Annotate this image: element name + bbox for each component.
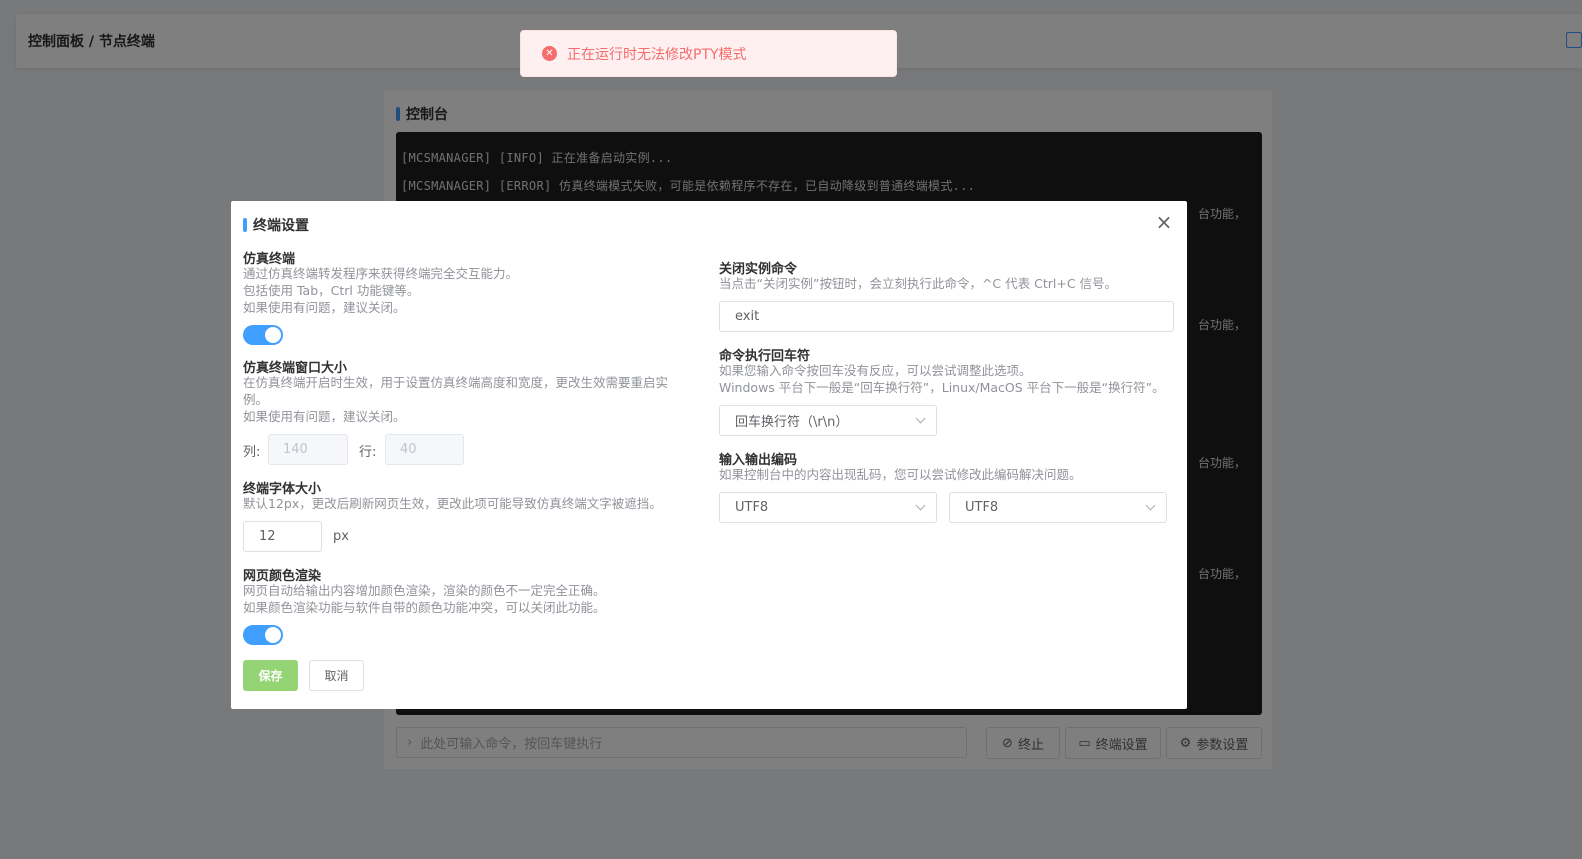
desc-line: 如果您输入命令按回车没有反应，可以尝试调整此选项。 [719,363,1032,378]
rows-input[interactable]: 40 [385,434,464,465]
cols-label: 列: [243,445,261,460]
font-size-desc: 默认12px，更改后刷新网页生效，更改此项可能导致仿真终端文字被遮挡。 [243,496,662,511]
cols-input[interactable]: 140 [268,434,348,465]
title-accent-bar [243,218,247,232]
color-render-toggle[interactable] [243,625,283,645]
desc-line: 例。 [243,392,269,407]
desc-line: 如果使用有问题，建议关闭。 [243,300,406,315]
close-icon[interactable]: × [1155,212,1173,232]
save-button[interactable]: 保存 [243,660,298,691]
line-ending-desc: 如果您输入命令按回车没有反应，可以尝试调整此选项。 Windows 平台下一般是… [719,362,1165,396]
toggle-knob [265,627,281,643]
rows-label: 行: [359,445,377,460]
cancel-button[interactable]: 取消 [309,660,364,691]
toggle-knob [265,327,281,343]
error-toast: ✕ 正在运行时无法修改PTY模式 [520,30,897,77]
desc-line: 网页自动给输出内容增加颜色渲染，渲染的颜色不一定完全正确。 [243,583,606,598]
chevron-down-icon [1145,500,1156,511]
encoding-desc: 如果控制台中的内容出现乱码，您可以尝试修改此编码解决问题。 [719,467,1082,482]
color-render-desc: 网页自动给输出内容增加颜色渲染，渲染的颜色不一定完全正确。 如果颜色渲染功能与软… [243,582,606,616]
font-size-unit: px [333,529,349,544]
stop-command-desc: 当点击“关闭实例”按钮时，会立刻执行此命令，^C 代表 Ctrl+C 信号。 [719,276,1118,291]
chevron-down-icon [915,413,926,424]
pty-size-desc: 在仿真终端开启时生效，用于设置仿真终端高度和宽度，更改生效需要重启实 例。 如果… [243,374,668,425]
line-ending-select[interactable]: 回车换行符（\r\n） [719,405,937,436]
output-encoding-value: UTF8 [965,500,999,515]
error-icon: ✕ [542,46,557,61]
output-encoding-select[interactable]: UTF8 [949,492,1167,523]
desc-line: 在仿真终端开启时生效，用于设置仿真终端高度和宽度，更改生效需要重启实 [243,375,669,390]
desc-line: 包括使用 Tab，Ctrl 功能键等。 [243,283,420,298]
terminal-settings-dialog: 终端设置 × 仿真终端 通过仿真终端转发程序来获得终端完全交互能力。 包括使用 … [231,201,1187,709]
desc-line: Windows 平台下一般是“回车换行符”，Linux/MacOS 平台下一般是… [719,380,1165,395]
stop-command-input[interactable]: exit [719,301,1174,332]
pty-desc: 通过仿真终端转发程序来获得终端完全交互能力。 包括使用 Tab，Ctrl 功能键… [243,265,518,316]
input-encoding-value: UTF8 [735,500,769,515]
desc-line: 通过仿真终端转发程序来获得终端完全交互能力。 [243,266,519,281]
input-encoding-select[interactable]: UTF8 [719,492,937,523]
toast-message: 正在运行时无法修改PTY模式 [567,46,747,63]
dialog-title-text: 终端设置 [253,218,309,234]
dialog-title: 终端设置 [243,215,309,235]
desc-line: 如果颜色渲染功能与软件自带的颜色功能冲突，可以关闭此功能。 [243,600,606,615]
desc-line: 如果使用有问题，建议关闭。 [243,409,406,424]
line-ending-value: 回车换行符（\r\n） [735,415,849,430]
pty-toggle[interactable] [243,325,283,345]
chevron-down-icon [915,500,926,511]
font-size-input[interactable]: 12 [243,521,322,552]
